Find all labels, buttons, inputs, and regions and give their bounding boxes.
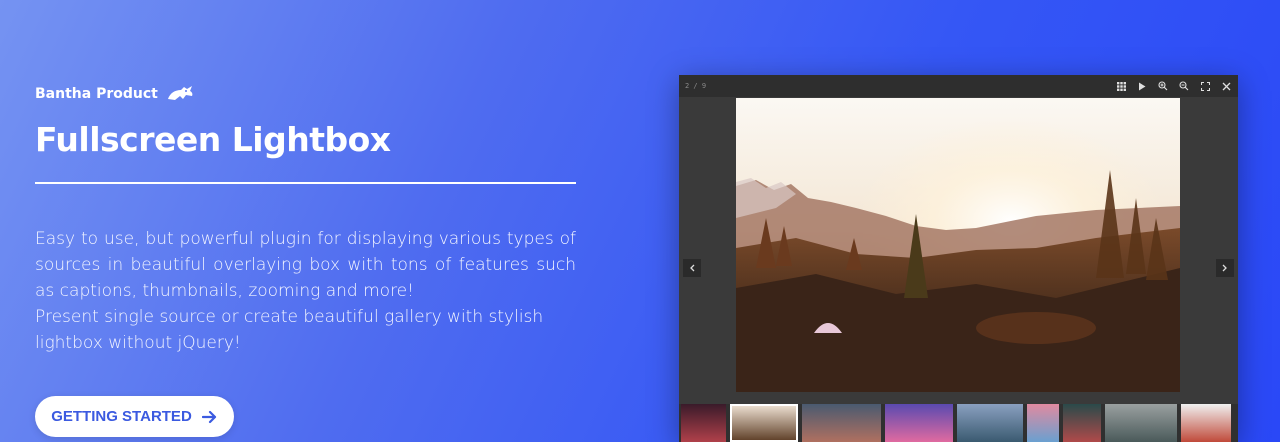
thumbnail-strip xyxy=(679,404,1238,442)
brand[interactable]: Bantha Product xyxy=(35,83,576,105)
page-title: Fullscreen Lightbox xyxy=(35,120,391,159)
zoom-out-icon[interactable] xyxy=(1178,80,1190,92)
thumbnail-teal-forest[interactable] xyxy=(1063,404,1101,442)
hero-description: Easy to use, but powerful plugin for dis… xyxy=(35,226,576,356)
close-icon[interactable] xyxy=(1220,80,1232,92)
lightbox-tools xyxy=(1115,80,1232,92)
thumbnail-mountain-sunset[interactable] xyxy=(730,404,798,442)
getting-started-label: GETTING STARTED xyxy=(51,408,192,425)
lightbox-toolbar: 2 / 9 xyxy=(679,75,1238,97)
fullscreen-icon[interactable] xyxy=(1199,80,1211,92)
current-slide-image xyxy=(736,98,1180,392)
lightbox-preview: 2 / 9 xyxy=(679,75,1238,442)
brand-name: Bantha Product xyxy=(35,86,158,102)
getting-started-button[interactable]: GETTING STARTED xyxy=(35,396,234,437)
arrow-right-icon xyxy=(201,410,216,423)
description-paragraph-2: Present single source or create beautifu… xyxy=(35,307,544,353)
chevron-left-icon xyxy=(690,264,695,272)
thumbnail-red-hiker[interactable] xyxy=(1181,404,1231,442)
thumbnail-pink-sky[interactable] xyxy=(1027,404,1059,442)
chevron-right-icon xyxy=(1222,264,1227,272)
hero-section: Bantha Product Fullscreen Lightbox Easy … xyxy=(35,83,576,356)
thumbnails-icon[interactable] xyxy=(1115,80,1127,92)
description-paragraph-1: Easy to use, but powerful plugin for dis… xyxy=(35,229,576,301)
slide-counter: 2 / 9 xyxy=(685,82,707,90)
thumbnail-city-evening[interactable] xyxy=(802,404,881,442)
previous-slide-button[interactable] xyxy=(683,259,701,277)
thumbnail-bokeh-lights[interactable] xyxy=(681,404,726,442)
next-slide-button[interactable] xyxy=(1216,259,1234,277)
zoom-in-icon[interactable] xyxy=(1157,80,1169,92)
thumbnail-misty-mountains[interactable] xyxy=(957,404,1023,442)
thumbnail-purple-lake[interactable] xyxy=(885,404,953,442)
thumbnail-grey-landscape[interactable] xyxy=(1105,404,1177,442)
title-divider xyxy=(35,182,576,184)
bantha-logo-icon xyxy=(167,86,193,100)
play-icon[interactable] xyxy=(1136,80,1148,92)
